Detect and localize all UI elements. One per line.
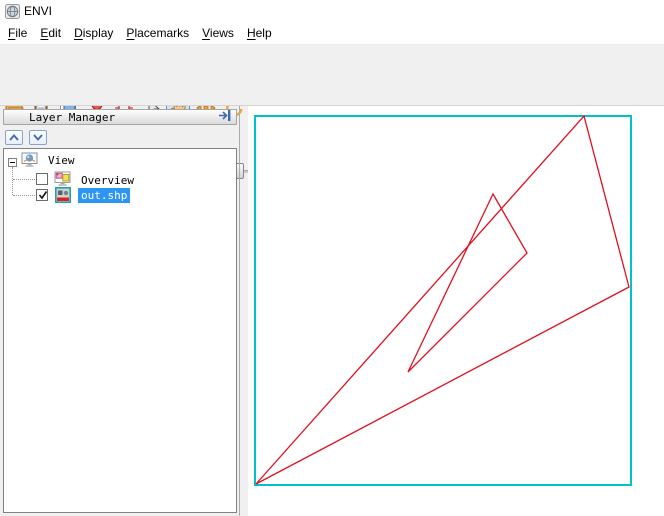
tree-connector	[12, 167, 14, 195]
envi-window: ENVI File Edit Display Placemarks Views Help	[0, 0, 664, 516]
shapefile-polygon-2	[408, 194, 527, 372]
vector-drawing	[248, 106, 664, 516]
tree-row-view[interactable]: View	[21, 152, 75, 168]
menu-item-help[interactable]: Help	[247, 26, 272, 40]
app-icon	[5, 4, 20, 19]
toolbar-display: No stretch ▼	[0, 78, 664, 106]
check-icon	[38, 190, 48, 200]
layer-manager-title: Layer Manager	[4, 111, 115, 124]
tree-connector	[13, 195, 35, 197]
view-extent-border	[255, 116, 631, 485]
collapse-panel-icon[interactable]	[217, 109, 232, 125]
window-title: ENVI	[24, 4, 52, 18]
title-bar: ENVI	[0, 0, 664, 22]
menu-item-display[interactable]: Display	[74, 26, 113, 40]
image-view-canvas[interactable]	[248, 106, 664, 516]
vector-layer-icon	[55, 187, 71, 203]
outshp-checkbox[interactable]	[36, 189, 48, 201]
menu-bar: File Edit Display Placemarks Views Help	[0, 22, 664, 45]
tree-label-overview: Overview	[81, 174, 134, 187]
menu-item-edit[interactable]: Edit	[40, 26, 61, 40]
tree-label-view: View	[48, 154, 75, 167]
overview-icon	[54, 171, 74, 187]
tree-label-outshp: out.shp	[78, 188, 130, 203]
toolbar-main: 1:1,666,167 ▼ 0° ▼ roi 008	[0, 45, 664, 78]
layer-tree: View Overview out	[3, 148, 237, 513]
collapse-up-button[interactable]	[5, 130, 23, 145]
tree-connector	[13, 179, 35, 181]
panel-splitter[interactable]	[239, 106, 240, 516]
collapse-down-button[interactable]	[29, 130, 47, 145]
view-icon	[21, 152, 41, 168]
menu-item-placemarks[interactable]: Placemarks	[126, 26, 189, 40]
tree-expander-minus[interactable]	[8, 158, 17, 167]
menu-item-views[interactable]: Views	[202, 26, 234, 40]
menu-item-file[interactable]: File	[8, 26, 27, 40]
layer-manager-header[interactable]: Layer Manager	[3, 109, 237, 125]
overview-checkbox[interactable]	[36, 173, 48, 185]
